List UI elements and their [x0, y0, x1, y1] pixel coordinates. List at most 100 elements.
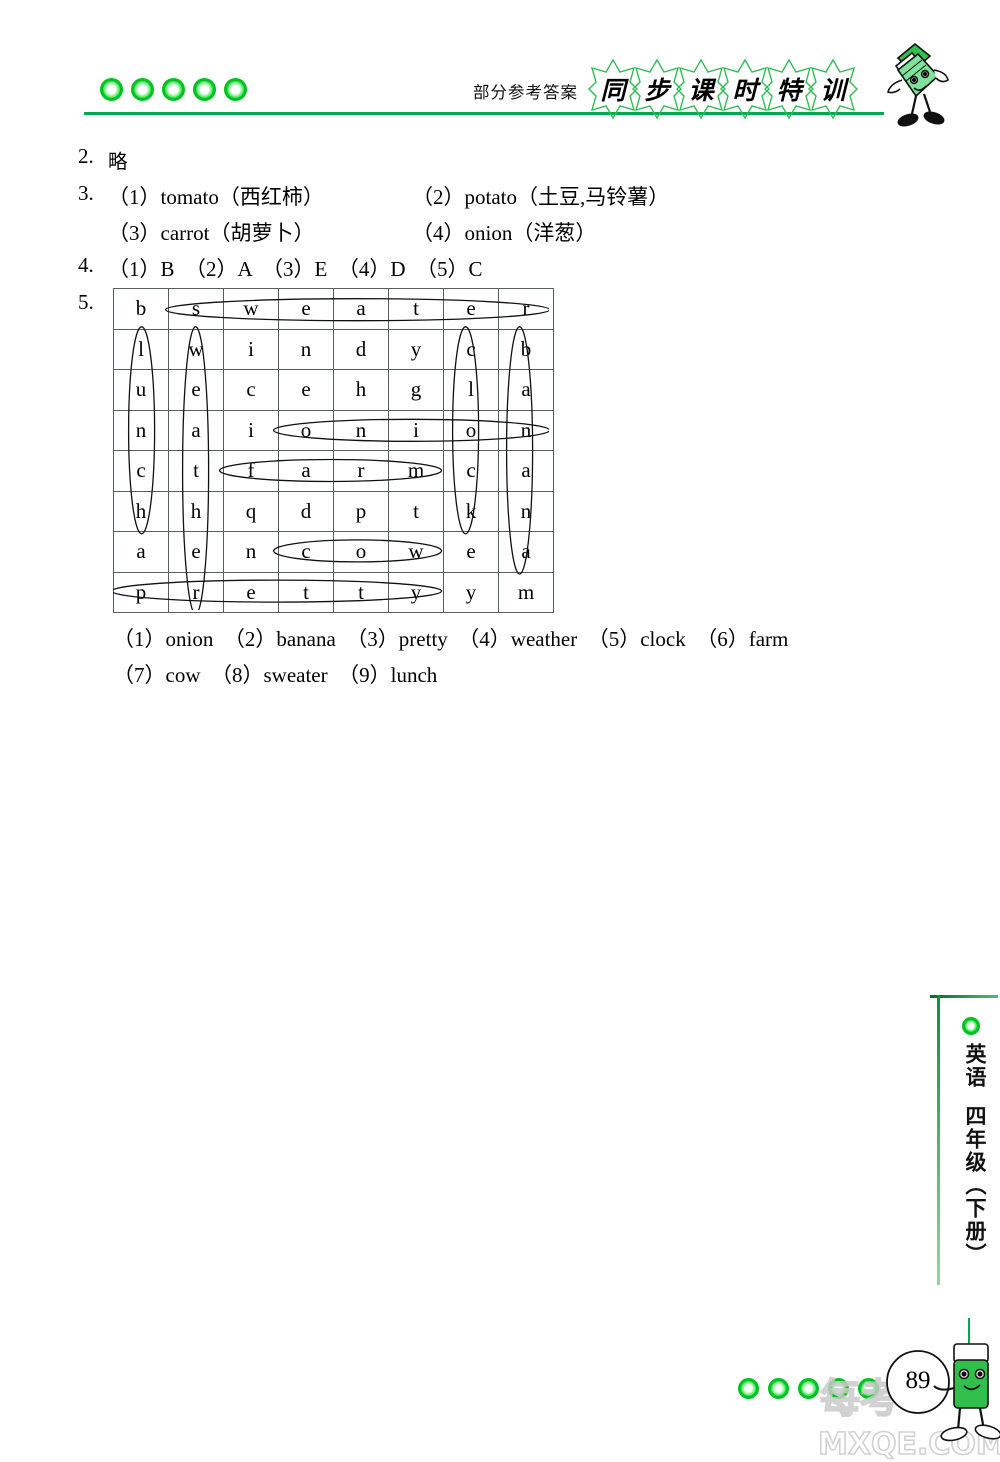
q3-item-4: （4）onion（洋葱）	[412, 221, 597, 245]
word-grid-cell[interactable]: t	[388, 288, 444, 330]
word-grid-cell[interactable]: e	[443, 531, 499, 573]
word-grid-cell[interactable]: h	[333, 369, 389, 411]
word-grid-cell[interactable]: w	[388, 531, 444, 573]
side-tab-top-rule	[930, 995, 998, 998]
word-grid-cell[interactable]: q	[223, 490, 279, 532]
word-grid-cell[interactable]: y	[443, 571, 499, 613]
word-grid-cell[interactable]: o	[333, 531, 389, 573]
q4-label: 4.	[78, 253, 94, 277]
word-grid-cell[interactable]: b	[113, 288, 169, 330]
word-grid-cell[interactable]: n	[333, 409, 389, 451]
title-char: 课	[688, 76, 714, 105]
word-grid-cell[interactable]: c	[113, 450, 169, 492]
word-grid-cell[interactable]: t	[278, 571, 334, 613]
word-grid-row: prettyym	[113, 571, 554, 613]
decorative-circle-icon	[131, 78, 154, 101]
decorative-circle-icon	[858, 1378, 879, 1399]
word-grid-row: hhqdptkn	[113, 490, 554, 532]
word-grid-cell[interactable]: d	[333, 328, 389, 370]
word-grid-cell[interactable]: i	[223, 409, 279, 451]
word-grid-cell[interactable]: t	[333, 571, 389, 613]
word-grid-cell[interactable]: w	[168, 328, 224, 370]
word-grid-cell[interactable]: a	[278, 450, 334, 492]
page-header: 部分参考答案 同 步 课 时 特 训	[0, 0, 1000, 135]
word-grid-cell[interactable]: n	[113, 409, 169, 451]
word-grid-cell[interactable]: d	[278, 490, 334, 532]
word-grid-cell[interactable]: y	[388, 571, 444, 613]
word-grid-cell[interactable]: w	[223, 288, 279, 330]
decorative-circle-icon	[224, 78, 247, 101]
title-star-5: 特	[764, 58, 814, 120]
page-footer	[0, 1340, 1000, 1462]
title-star-3: 课	[676, 58, 726, 120]
word-grid-row: naionion	[113, 409, 554, 451]
word-grid-cell[interactable]: t	[168, 450, 224, 492]
decorative-circle-icon	[738, 1378, 759, 1399]
word-grid-cell[interactable]: l	[443, 369, 499, 411]
word-grid-cell[interactable]: h	[168, 490, 224, 532]
word-grid-cell[interactable]: i	[223, 328, 279, 370]
word-grid-cell[interactable]: e	[443, 288, 499, 330]
q4-value: （1）B （2）A （3）E （4）D （5）C	[108, 257, 483, 281]
title-char: 特	[776, 76, 802, 105]
word-grid-cell[interactable]: p	[333, 490, 389, 532]
decorative-circle-icon	[768, 1378, 789, 1399]
word-grid-cell[interactable]: h	[113, 490, 169, 532]
word-grid-cell[interactable]: c	[278, 531, 334, 573]
word-grid-cell[interactable]: b	[498, 328, 554, 370]
decorative-circle-icon	[100, 78, 123, 101]
word-grid-cell[interactable]: a	[333, 288, 389, 330]
decorative-circle-icon	[828, 1378, 849, 1399]
word-grid-cell[interactable]: t	[388, 490, 444, 532]
word-grid-cell[interactable]: n	[498, 490, 554, 532]
word-grid-cell[interactable]: o	[278, 409, 334, 451]
word-grid-cell[interactable]: c	[443, 450, 499, 492]
title-char: 时	[732, 76, 758, 105]
word-grid-row: uecehgla	[113, 369, 554, 411]
word-grid-cell[interactable]: n	[223, 531, 279, 573]
title-char: 训	[820, 76, 846, 105]
word-grid-cell[interactable]: c	[443, 328, 499, 370]
title-star-4: 时	[720, 58, 770, 120]
word-grid-cell[interactable]: y	[388, 328, 444, 370]
word-grid-cell[interactable]: a	[113, 531, 169, 573]
pencil-mascot-icon	[887, 42, 949, 127]
decorative-circle-icon	[193, 78, 216, 101]
decorative-circle-icon	[962, 1017, 980, 1035]
word-grid-cell[interactable]: k	[443, 490, 499, 532]
word-grid-cell[interactable]: r	[333, 450, 389, 492]
word-search-grid: bsweaterlwindycbuecehglanaionionctfarmca…	[113, 288, 554, 613]
word-grid-cell[interactable]: a	[498, 450, 554, 492]
word-grid-cell[interactable]: e	[168, 369, 224, 411]
decorative-circle-icon	[162, 78, 185, 101]
word-grid-cell[interactable]: a	[168, 409, 224, 451]
word-grid-cell[interactable]: e	[278, 369, 334, 411]
word-grid-cell[interactable]: g	[388, 369, 444, 411]
word-grid-cell[interactable]: s	[168, 288, 224, 330]
q3-item-2: （2）potato（土豆,马铃薯）	[412, 185, 670, 209]
title-star-1: 同	[588, 58, 638, 120]
q5-answers-line-2: （7）cow （8）sweater （9）lunch	[113, 663, 438, 687]
word-grid-cell[interactable]: e	[168, 531, 224, 573]
word-grid-cell[interactable]: p	[113, 571, 169, 613]
word-grid-cell[interactable]: r	[168, 571, 224, 613]
word-grid-cell[interactable]: i	[388, 409, 444, 451]
pencil-mascot-icon	[933, 1343, 1000, 1442]
word-grid-cell[interactable]: r	[498, 288, 554, 330]
side-tab: 英语 四年级（下册）	[930, 995, 1000, 1295]
word-grid-cell[interactable]: n	[498, 409, 554, 451]
word-grid-cell[interactable]: e	[278, 288, 334, 330]
word-grid-cell[interactable]: c	[223, 369, 279, 411]
word-grid-cell[interactable]: u	[113, 369, 169, 411]
word-grid-cell[interactable]: f	[223, 450, 279, 492]
word-grid-cell[interactable]: l	[113, 328, 169, 370]
word-grid-cell[interactable]: a	[498, 369, 554, 411]
word-grid-cell[interactable]: m	[498, 571, 554, 613]
word-grid-cell[interactable]: m	[388, 450, 444, 492]
word-grid-cell[interactable]: o	[443, 409, 499, 451]
word-grid-cell[interactable]: e	[223, 571, 279, 613]
decorative-circle-icon	[798, 1378, 819, 1399]
word-grid-row: bsweater	[113, 288, 554, 330]
word-grid-cell[interactable]: n	[278, 328, 334, 370]
word-grid-cell[interactable]: a	[498, 531, 554, 573]
